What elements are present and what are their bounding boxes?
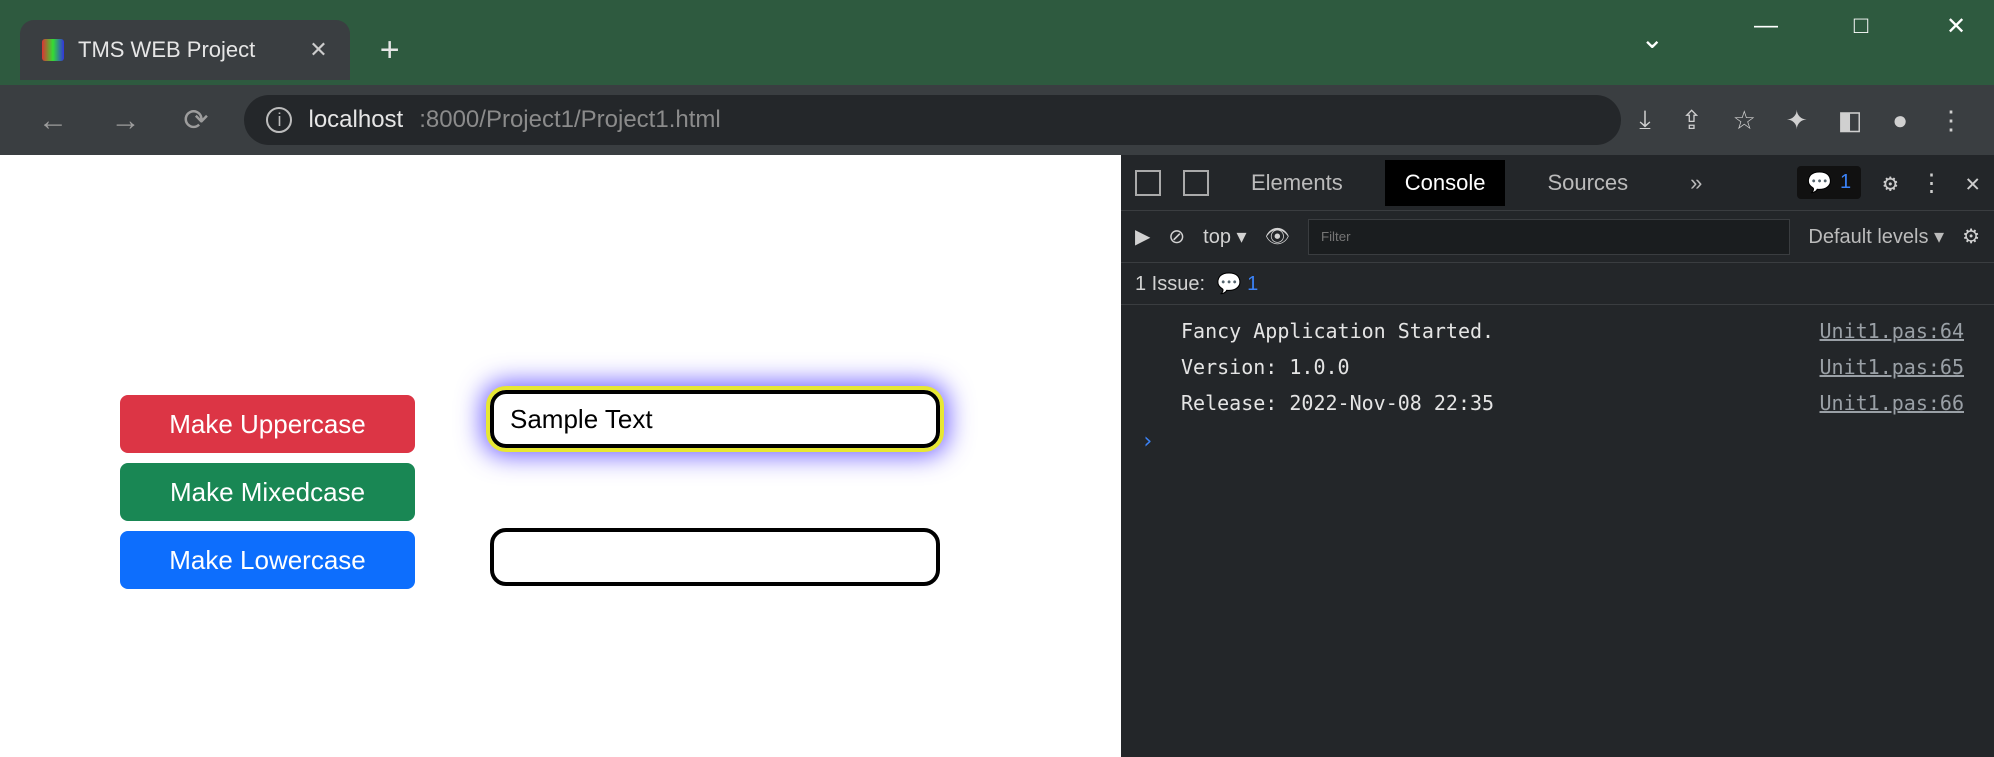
tab-elements[interactable]: Elements [1231, 160, 1363, 206]
button-stack: Make Uppercase Make Mixedcase Make Lower… [120, 395, 415, 589]
issues-bar[interactable]: 1 Issue: 💬 1 [1121, 263, 1994, 305]
reload-button[interactable]: ⟳ [183, 104, 208, 137]
url-host: localhost [308, 106, 403, 134]
devtools-panel: Elements Console Sources » 💬 1 ⚙ ⋮ ✕ ▶ ⊘… [1121, 155, 1994, 757]
window-chrome: ⌄ — □ ✕ TMS WEB Project ✕ + [0, 0, 1994, 85]
log-message: Version: 1.0.0 [1181, 355, 1350, 379]
window-controls: — □ ✕ [1746, 12, 1976, 41]
log-level-selector[interactable]: Default levels ▾ [1808, 224, 1944, 249]
back-button[interactable]: ← [38, 104, 68, 137]
url-path: :8000/Project1/Project1.html [419, 106, 721, 134]
minimize-button[interactable]: — [1746, 12, 1786, 41]
forward-button[interactable]: → [111, 104, 141, 137]
console-play-icon[interactable]: ▶ [1135, 224, 1150, 249]
console-context-selector[interactable]: top ▾ [1203, 224, 1246, 249]
new-tab-button[interactable]: + [380, 31, 400, 80]
issues-label: 1 Issue: [1135, 273, 1205, 295]
browser-tab[interactable]: TMS WEB Project ✕ [20, 20, 350, 80]
input-stack [490, 390, 940, 586]
profile-icon[interactable]: ● [1892, 105, 1908, 136]
log-row: Fancy Application Started. Unit1.pas:64 [1121, 313, 1994, 349]
console-clear-icon[interactable]: ⊘ [1168, 224, 1185, 249]
tab-close-icon[interactable]: ✕ [309, 37, 327, 63]
extensions-icon[interactable]: ✦ [1786, 105, 1808, 136]
issues-chip: 💬 1 [1217, 273, 1259, 295]
tab-more[interactable]: » [1670, 160, 1722, 206]
make-lowercase-button[interactable]: Make Lowercase [120, 531, 415, 589]
log-source-link[interactable]: Unit1.pas:65 [1820, 355, 1965, 379]
tab-sources[interactable]: Sources [1527, 160, 1648, 206]
toolbar-icons: ⤓ ⇪ ☆ ✦ ◧ ● ⋮ [1639, 104, 1974, 136]
bookmark-icon[interactable]: ☆ [1733, 105, 1756, 136]
console-output: Fancy Application Started. Unit1.pas:64 … [1121, 305, 1994, 470]
maximize-button[interactable]: □ [1841, 12, 1881, 41]
element-picker-icon[interactable] [1135, 170, 1161, 196]
device-toggle-icon[interactable] [1183, 170, 1209, 196]
devtools-menu-icon[interactable]: ⋮ [1920, 169, 1944, 197]
site-info-icon[interactable]: i [266, 107, 292, 133]
tab-title: TMS WEB Project [78, 37, 255, 63]
log-row: Release: 2022-Nov-08 22:35 Unit1.pas:66 [1121, 385, 1994, 421]
log-source-link[interactable]: Unit1.pas:66 [1820, 391, 1965, 415]
tab-strip: TMS WEB Project ✕ + [20, 18, 400, 80]
devtools-tabbar: Elements Console Sources » 💬 1 ⚙ ⋮ ✕ [1121, 155, 1994, 211]
share-icon[interactable]: ⇪ [1681, 105, 1703, 136]
console-filter-input[interactable] [1308, 219, 1790, 255]
devtools-settings-icon[interactable]: ⚙ [1883, 169, 1897, 197]
tab-console[interactable]: Console [1385, 160, 1506, 206]
window-dropdown-icon[interactable]: ⌄ [1641, 22, 1664, 55]
address-bar: ← → ⟳ i localhost :8000/Project1/Project1… [0, 85, 1994, 155]
console-prompt[interactable]: › [1121, 421, 1994, 462]
url-field[interactable]: i localhost :8000/Project1/Project1.html [244, 95, 1621, 145]
download-icon[interactable]: ⤓ [1639, 104, 1651, 136]
output-text-input[interactable] [490, 528, 940, 586]
make-mixedcase-button[interactable]: Make Mixedcase [120, 463, 415, 521]
make-uppercase-button[interactable]: Make Uppercase [120, 395, 415, 453]
browser-menu-icon[interactable]: ⋮ [1938, 105, 1964, 136]
log-message: Release: 2022-Nov-08 22:35 [1181, 391, 1494, 415]
devtools-close-icon[interactable]: ✕ [1966, 169, 1980, 197]
log-row: Version: 1.0.0 Unit1.pas:65 [1121, 349, 1994, 385]
log-message: Fancy Application Started. [1181, 319, 1494, 343]
sample-text-input[interactable] [490, 390, 940, 448]
issues-badge[interactable]: 💬 1 [1797, 166, 1861, 199]
console-toolbar: ▶ ⊘ top ▾ 👁 Default levels ▾ ⚙ [1121, 211, 1994, 263]
sidepanel-icon[interactable]: ◧ [1838, 105, 1863, 136]
close-window-button[interactable]: ✕ [1936, 12, 1976, 41]
log-source-link[interactable]: Unit1.pas:64 [1820, 319, 1965, 343]
page-content: Make Uppercase Make Mixedcase Make Lower… [0, 155, 1121, 757]
nav-buttons: ← → ⟳ [20, 103, 226, 138]
favicon-icon [42, 39, 64, 61]
live-expression-icon[interactable]: 👁 [1265, 224, 1290, 249]
console-settings-icon[interactable]: ⚙ [1962, 224, 1980, 249]
